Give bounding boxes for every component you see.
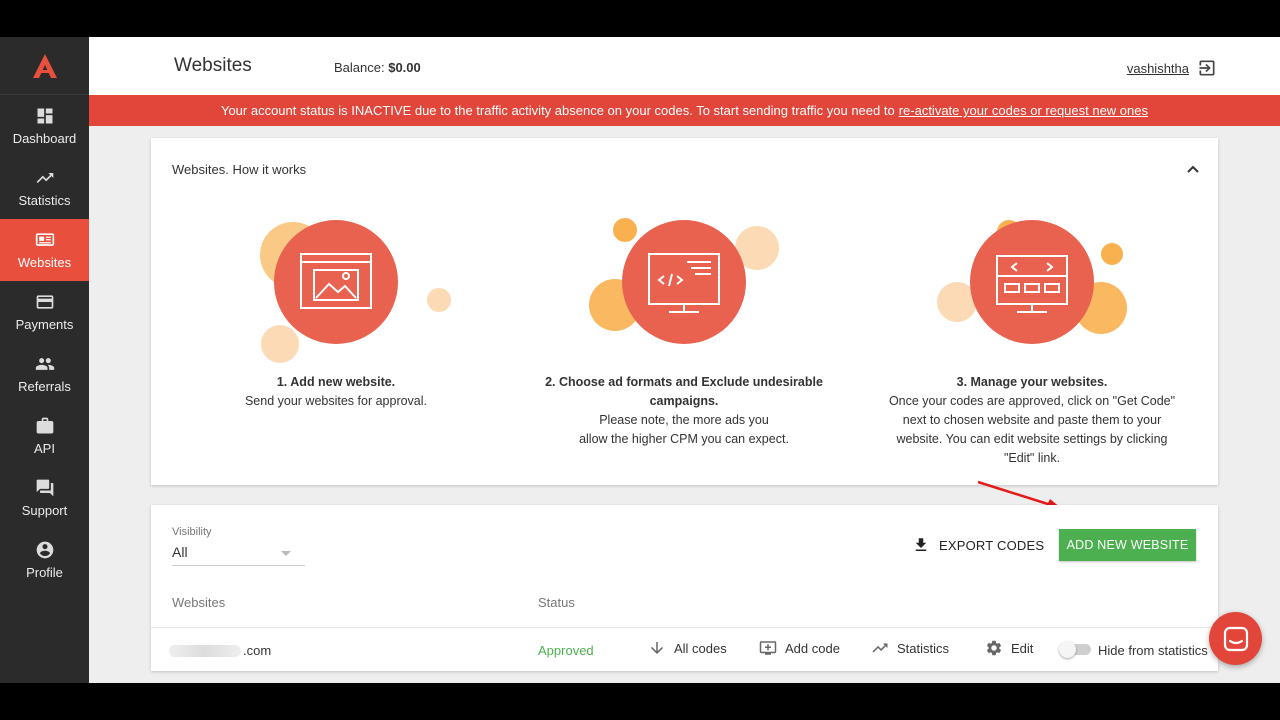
download-icon	[915, 538, 927, 551]
export-codes-button[interactable]: EXPORT CODES	[912, 536, 1044, 554]
step-3-title: 3. Manage your websites.	[956, 375, 1108, 389]
step-3-text-2: next to chosen website and paste them to…	[902, 413, 1162, 427]
step-1-text: Send your websites for approval.	[244, 394, 428, 408]
visibility-value: All	[172, 544, 188, 560]
balance-value: $0.00	[388, 60, 421, 75]
sidebar-item-label: Profile	[26, 565, 63, 580]
sidebar-item-statistics[interactable]: Statistics	[0, 157, 89, 219]
step-3-text-3: website. You can edit website settings b…	[896, 432, 1168, 446]
step-2-text-1: Please note, the more ads you	[599, 413, 769, 427]
status-badge: Approved	[538, 643, 594, 658]
add-code-action[interactable]: Add code	[759, 639, 840, 657]
chat-icon	[1223, 626, 1248, 651]
dashboard-icon	[37, 108, 52, 124]
manage-websites-illustration	[867, 218, 1197, 368]
sidebar-item-support[interactable]: Support	[0, 467, 89, 529]
step-3-text-4: "Edit" link.	[1003, 451, 1061, 465]
edit-action[interactable]: Edit	[985, 639, 1033, 657]
sidebar-item-payments[interactable]: Payments	[0, 281, 89, 343]
sidebar-item-label: Websites	[17, 255, 72, 270]
step-add-website: 1. Add new website. Send your websites f…	[171, 218, 501, 411]
sidebar-item-label: API	[34, 441, 55, 456]
brand-a-logo-icon	[32, 53, 57, 78]
people-icon	[35, 358, 54, 370]
chat-launcher-button[interactable]	[1209, 612, 1262, 665]
sidebar-item-label: Referrals	[18, 379, 71, 394]
balance-label: Balance:	[334, 60, 385, 75]
column-header-status[interactable]: Status	[538, 595, 575, 610]
credit-card-icon	[36, 295, 53, 309]
websites-icon	[35, 233, 54, 246]
trending-up-icon	[36, 173, 53, 183]
brand-logo[interactable]	[0, 37, 89, 95]
blurred-domain-name	[169, 644, 241, 657]
visibility-select[interactable]: All	[172, 544, 305, 566]
briefcase-icon	[36, 417, 53, 434]
alert-text: Your account status is INACTIVE due to t…	[220, 103, 895, 118]
all-codes-label: All codes	[674, 640, 727, 656]
reactivate-link[interactable]: re-activate your codes or request new on…	[899, 103, 1148, 118]
column-header-websites[interactable]: Websites	[172, 595, 225, 610]
step-1-title: 1. Add new website.	[276, 375, 396, 389]
logout-icon[interactable]	[1197, 58, 1217, 78]
statistics-label: Statistics	[897, 640, 950, 656]
sidebar-item-label: Payments	[15, 317, 74, 332]
add-website-illustration	[171, 218, 501, 368]
sidebar-item-label: Support	[21, 503, 68, 518]
arrow-down-icon	[651, 642, 663, 654]
chevron-up-icon[interactable]	[1186, 162, 1200, 176]
website-domain: .com	[169, 643, 271, 658]
how-it-works-title: Websites. How it works	[172, 162, 307, 177]
sidebar-item-dashboard[interactable]: Dashboard	[0, 95, 89, 157]
sidebar-item-label: Statistics	[18, 193, 71, 208]
account-circle-icon	[36, 541, 53, 559]
how-it-works-card: Websites. How it works 1. Add new websit…	[151, 138, 1218, 485]
sidebar-item-profile[interactable]: Profile	[0, 529, 89, 591]
all-codes-action[interactable]: All codes	[648, 639, 727, 657]
app-screen: Dashboard Statistics Websites Payments R…	[0, 37, 1280, 683]
statistics-action[interactable]: Statistics	[871, 639, 949, 657]
websites-list-card: Visibility All EXPORT CODES ADD NEW WEBS…	[151, 505, 1218, 671]
add-new-website-button[interactable]: ADD NEW WEBSITE	[1059, 529, 1196, 561]
add-to-screen-icon	[759, 641, 777, 655]
hide-from-statistics-label: Hide from statistics	[1098, 643, 1208, 658]
gear-icon	[986, 640, 1002, 656]
hide-from-statistics-toggle[interactable]	[1059, 641, 1091, 658]
domain-suffix: .com	[243, 643, 272, 658]
top-bar: Websites Balance: $0.00 vashishtha	[89, 37, 1280, 95]
inactive-account-alert: Your account status is INACTIVE due to t…	[89, 95, 1280, 126]
sidebar: Dashboard Statistics Websites Payments R…	[0, 37, 89, 683]
step-2-title: 2. Choose ad formats and Exclude undesir…	[545, 375, 823, 408]
dropdown-arrow-icon	[281, 551, 291, 556]
username-link[interactable]: vashishtha	[1127, 61, 1189, 76]
chat-bubbles-icon	[36, 479, 53, 497]
add-code-label: Add code	[785, 640, 840, 656]
step-2-text-2: allow the higher CPM you can expect.	[579, 432, 789, 446]
step-manage-websites: 3. Manage your websites. Once your codes…	[867, 218, 1197, 468]
trending-up-icon	[872, 643, 888, 653]
toggle-knob	[1059, 641, 1076, 658]
page-title: Websites	[174, 55, 252, 76]
row-divider	[151, 627, 1218, 628]
sidebar-item-referrals[interactable]: Referrals	[0, 343, 89, 405]
export-codes-label: EXPORT CODES	[939, 537, 1045, 553]
step-3-text-1: Once your codes are approved, click on "…	[888, 394, 1176, 408]
edit-label: Edit	[1011, 640, 1034, 656]
visibility-label: Visibility	[172, 526, 212, 538]
sidebar-item-websites[interactable]: Websites	[0, 219, 89, 281]
choose-formats-illustration	[519, 218, 849, 368]
sidebar-item-api[interactable]: API	[0, 405, 89, 467]
step-choose-formats: 2. Choose ad formats and Exclude undesir…	[519, 218, 849, 449]
sidebar-item-label: Dashboard	[12, 131, 77, 146]
balance: Balance: $0.00	[334, 60, 421, 75]
